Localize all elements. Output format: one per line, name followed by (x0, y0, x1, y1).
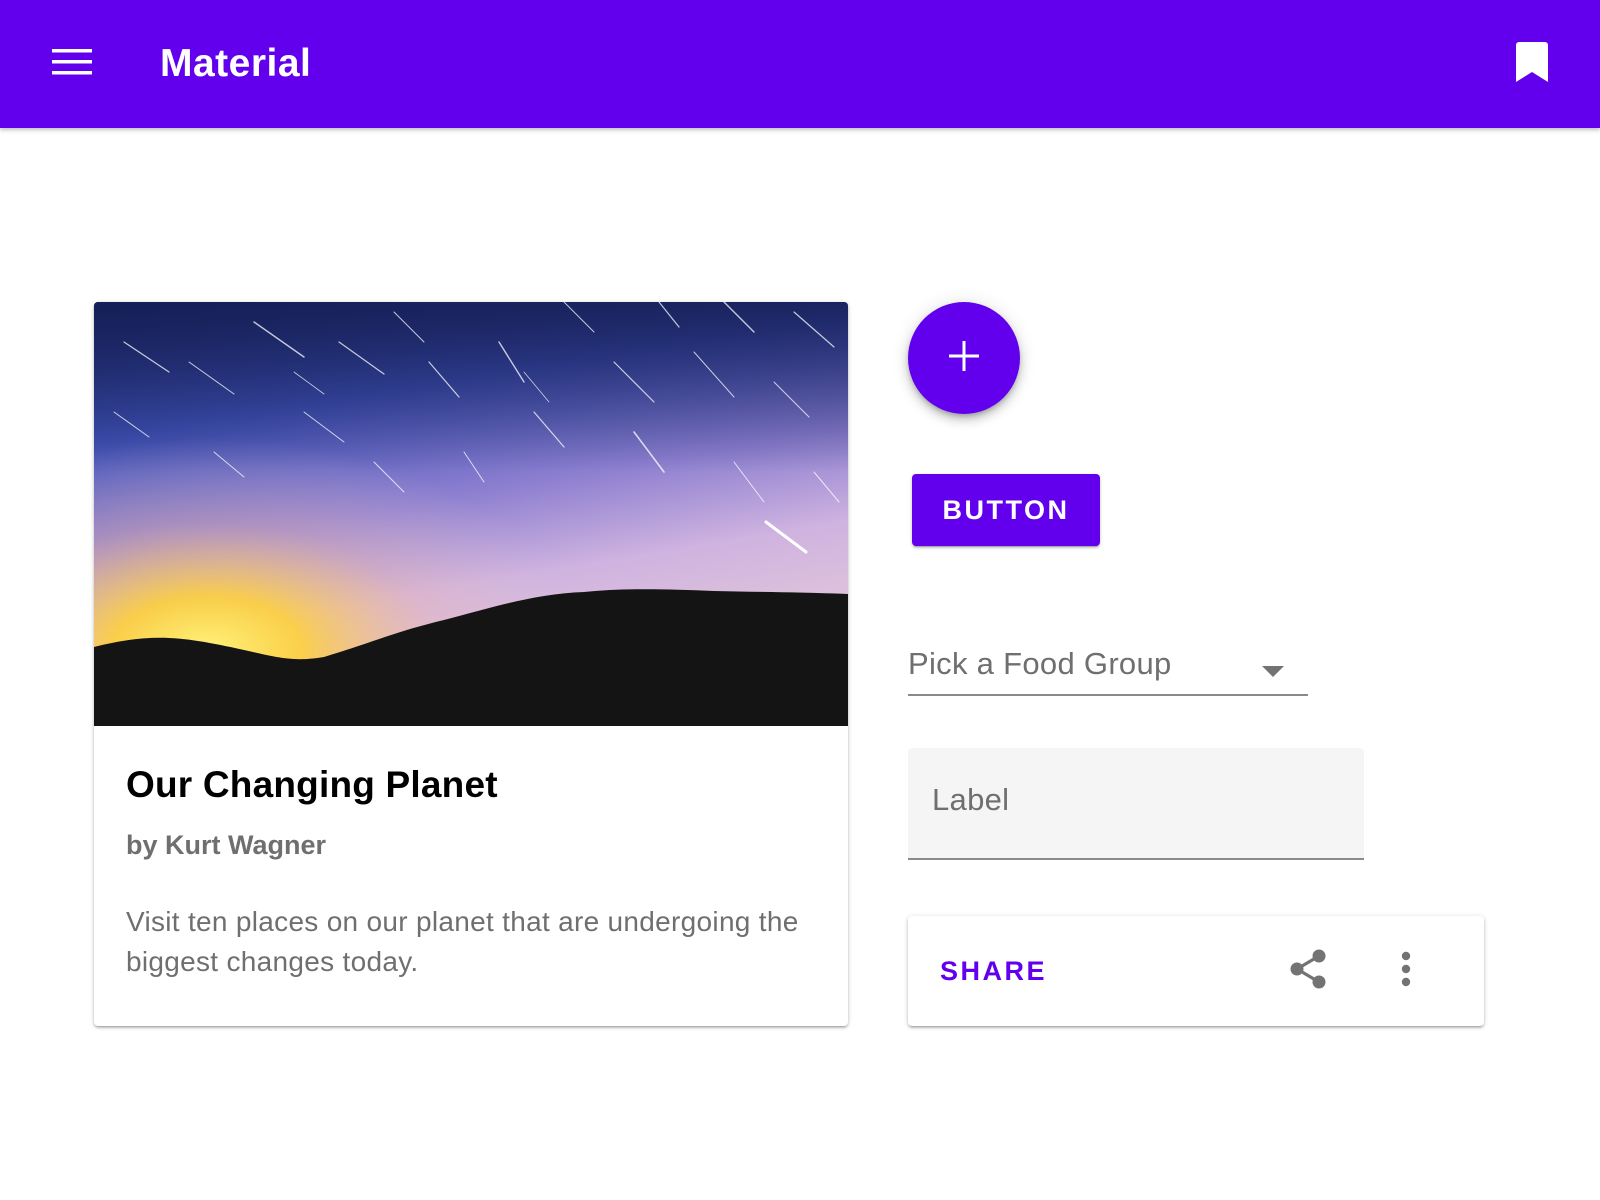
share-icon (1288, 948, 1328, 995)
card-title: Our Changing Planet (126, 764, 498, 805)
card-image (94, 302, 848, 726)
text-field-label: Label (932, 782, 1010, 817)
article-card[interactable]: Our Changing Planet by Kurt Wagner Visit… (94, 302, 848, 1026)
add-icon (948, 340, 980, 377)
food-group-select[interactable]: Pick a Food Group (908, 630, 1308, 696)
menu-button[interactable] (44, 40, 100, 88)
contained-button[interactable]: BUTTON (912, 474, 1100, 546)
app-title: Material (160, 42, 312, 85)
arrow-drop-down-icon (1262, 666, 1284, 677)
action-card: SHARE (908, 916, 1484, 1026)
menu-icon (52, 47, 92, 82)
card-body-text: Visit ten places on our planet that are … (126, 906, 799, 977)
bookmark-icon (1516, 41, 1548, 87)
more-options-button[interactable] (1378, 943, 1434, 999)
top-app-bar: Material (0, 0, 1600, 128)
share-button[interactable]: SHARE (924, 943, 1063, 999)
select-label: Pick a Food Group (908, 646, 1172, 681)
card-subtitle: by Kurt Wagner (126, 830, 327, 860)
bookmark-button[interactable] (1504, 40, 1560, 88)
share-icon-button[interactable] (1280, 943, 1336, 999)
add-fab[interactable] (908, 302, 1020, 414)
filled-text-field[interactable]: Label (908, 748, 1364, 860)
more-vert-icon (1400, 951, 1412, 992)
